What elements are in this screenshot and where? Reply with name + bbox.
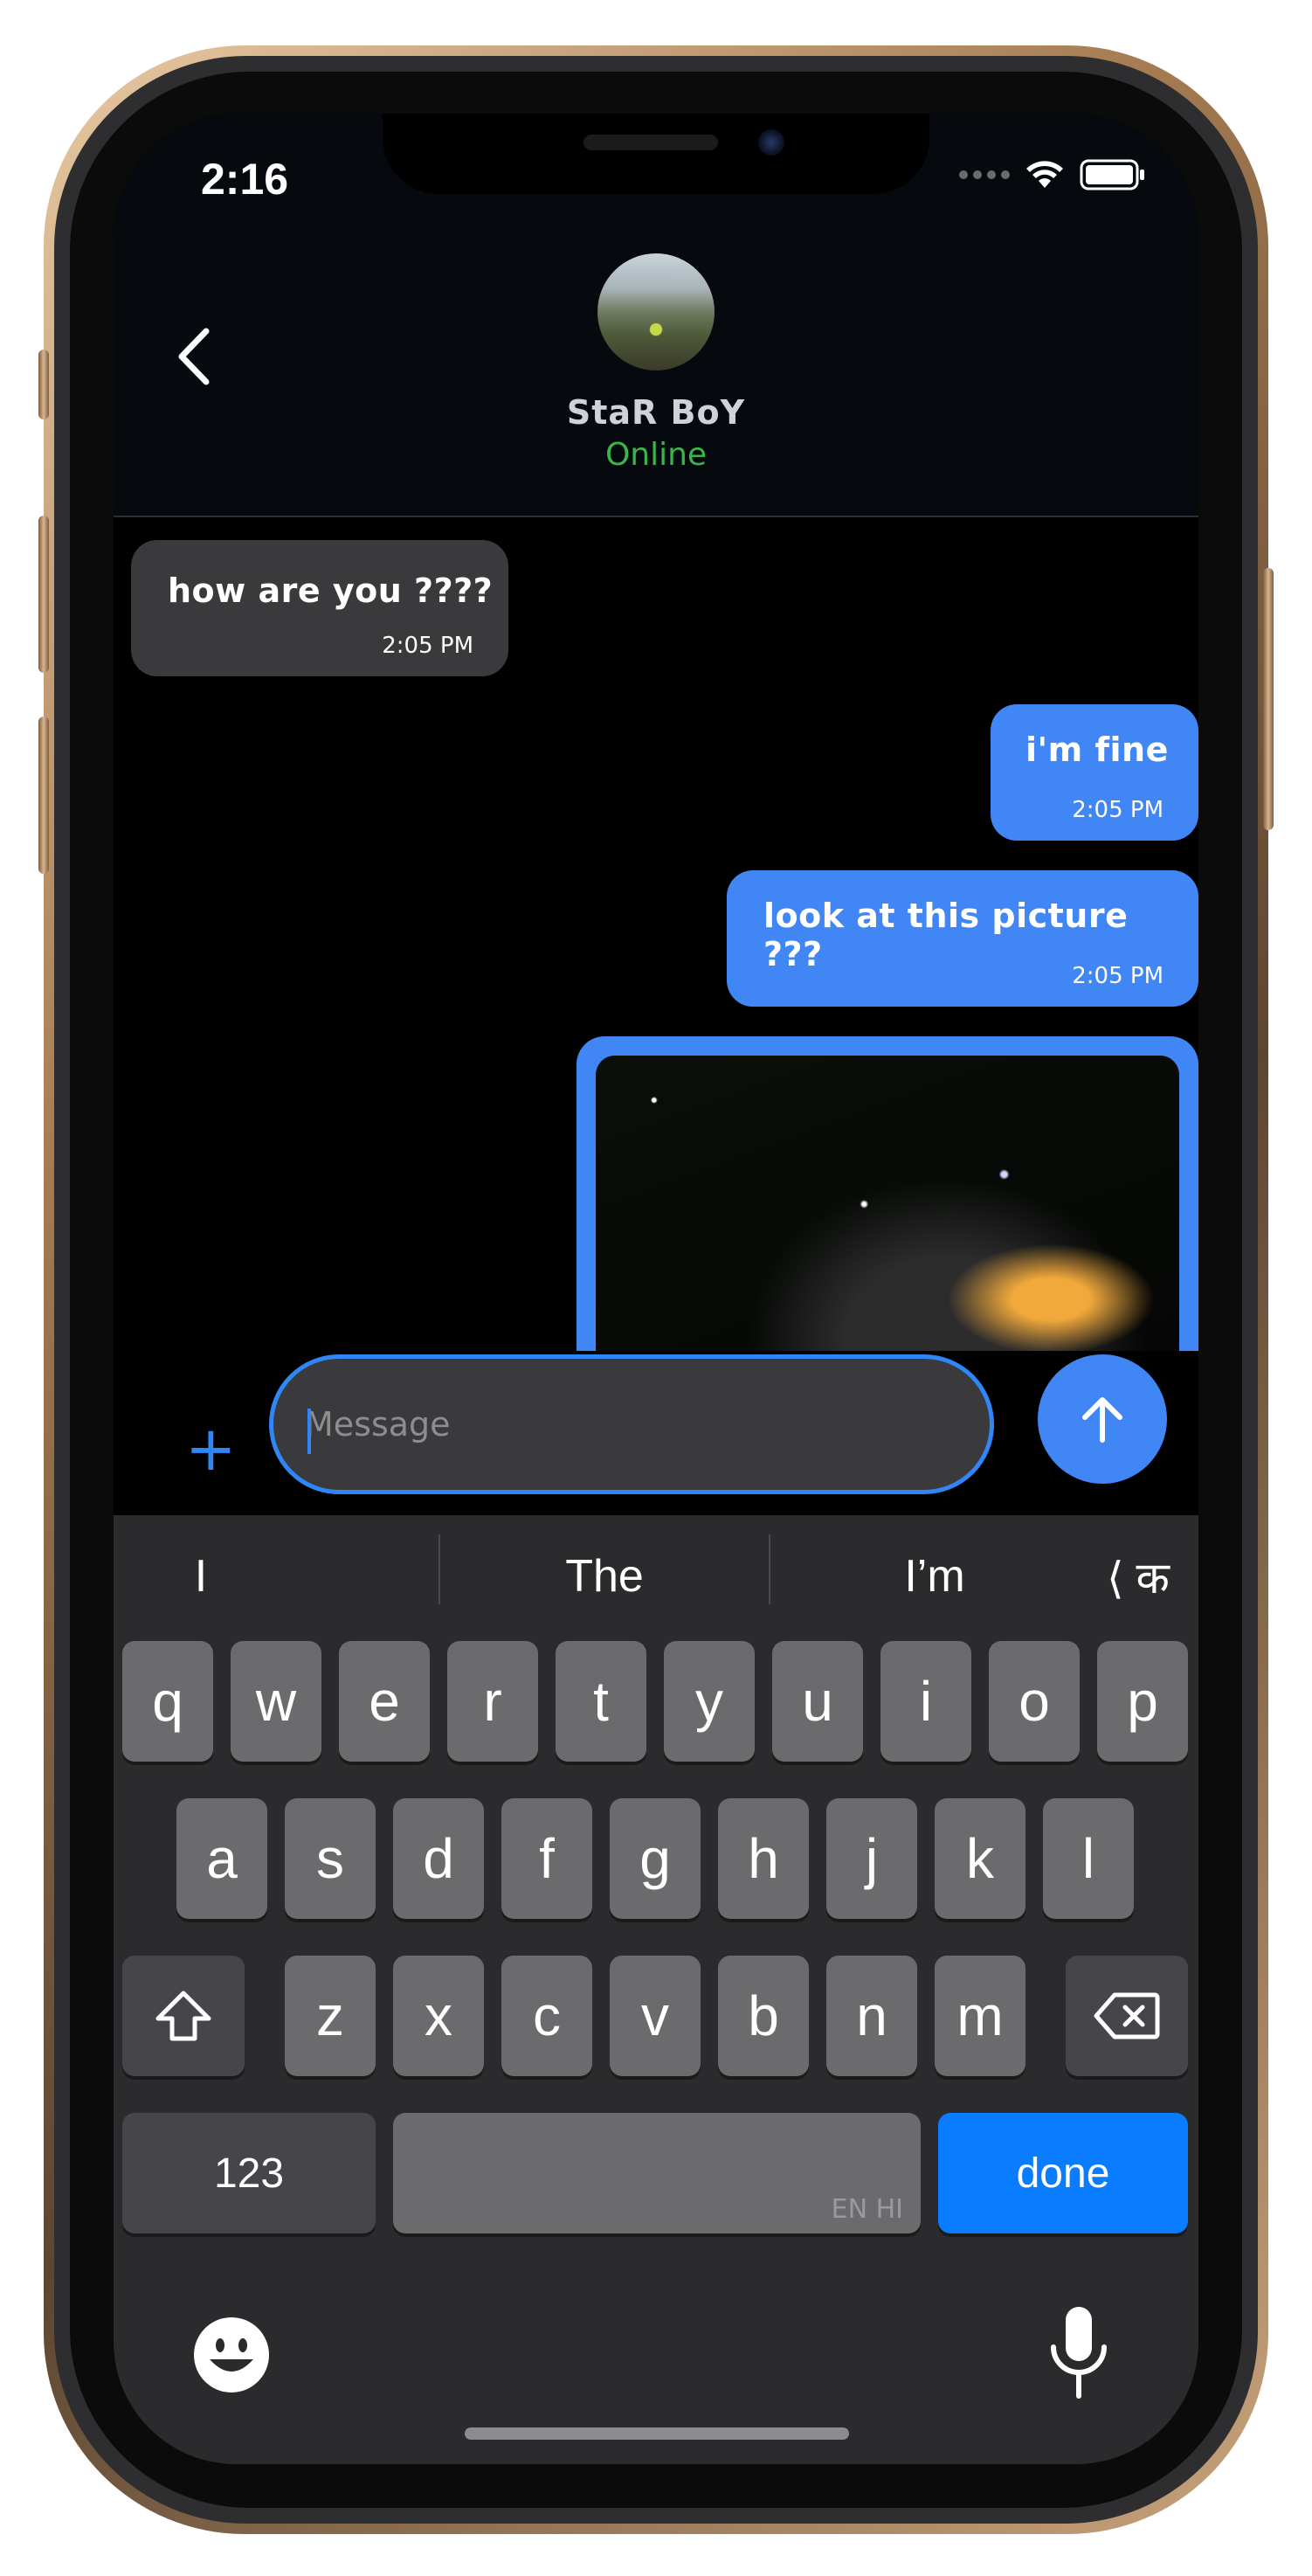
key-l[interactable]: l (1043, 1798, 1134, 1919)
key-u[interactable]: u (772, 1641, 863, 1762)
key-f[interactable]: f (501, 1798, 592, 1919)
key-t[interactable]: t (556, 1641, 646, 1762)
phone-screen: 2:16 StaR BoY Online how are you ???? 2:… (114, 114, 1198, 2464)
key-x[interactable]: x (393, 1956, 484, 2076)
power-button (1263, 568, 1274, 830)
key-o[interactable]: o (989, 1641, 1080, 1762)
space-bar[interactable]: EN HI (393, 2113, 921, 2233)
key-b[interactable]: b (718, 1956, 809, 2076)
mute-switch (38, 350, 49, 419)
text-caret (307, 1409, 311, 1454)
key-i[interactable]: i (880, 1641, 971, 1762)
home-indicator[interactable] (465, 2427, 849, 2440)
emoji-icon (194, 2317, 269, 2392)
chevron-left-icon (178, 328, 210, 385)
key-m[interactable]: m (935, 1956, 1025, 2076)
key-j[interactable]: j (826, 1798, 917, 1919)
key-y[interactable]: y (664, 1641, 755, 1762)
message-timestamp: 2:05 PM (1072, 797, 1164, 823)
key-c[interactable]: c (501, 1956, 592, 2076)
backspace-icon (1094, 1992, 1160, 2039)
message-timestamp: 2:05 PM (382, 633, 473, 659)
message-text: i'm fine (1025, 731, 1169, 769)
wifi-icon (1026, 161, 1063, 188)
outgoing-message-bubble[interactable]: i'm fine 2:05 PM (991, 704, 1198, 841)
message-input[interactable] (305, 1359, 969, 1490)
message-input-container[interactable] (269, 1354, 994, 1494)
key-p[interactable]: p (1097, 1641, 1188, 1762)
contact-name[interactable]: StaR BoY (114, 393, 1198, 432)
volume-up-button (38, 516, 49, 673)
incoming-message-bubble[interactable]: how are you ???? 2:05 PM (131, 540, 508, 676)
backspace-key[interactable] (1066, 1956, 1188, 2076)
key-s[interactable]: s (285, 1798, 376, 1919)
arrow-up-icon (1082, 1397, 1122, 1443)
image-message-photo[interactable] (596, 1056, 1179, 1353)
suggestion-1[interactable]: I (114, 1515, 288, 1638)
key-d[interactable]: d (393, 1798, 484, 1919)
send-button[interactable] (1038, 1354, 1167, 1484)
key-k[interactable]: k (935, 1798, 1025, 1919)
suggestion-3[interactable]: I’m (770, 1515, 1099, 1638)
microphone-icon (1051, 2307, 1107, 2399)
notch (383, 114, 929, 194)
battery-icon (1080, 159, 1144, 190)
language-switch-button[interactable]: ⟨ क (1081, 1515, 1195, 1638)
message-timestamp: 2:05 PM (1072, 963, 1164, 989)
numbers-key[interactable]: 123 (122, 2113, 376, 2233)
key-q[interactable]: q (122, 1641, 213, 1762)
status-time: 2:16 (201, 155, 289, 204)
suggestion-2[interactable]: The (440, 1515, 769, 1638)
key-w[interactable]: w (231, 1641, 321, 1762)
key-e[interactable]: e (339, 1641, 430, 1762)
cellular-signal-icon (959, 170, 1010, 179)
shift-key[interactable] (122, 1956, 245, 2076)
shift-arrow-icon (155, 1991, 211, 2041)
emoji-button[interactable] (192, 2316, 271, 2394)
space-language-label: EN HI (831, 2194, 903, 2225)
key-h[interactable]: h (718, 1798, 809, 1919)
key-n[interactable]: n (826, 1956, 917, 2076)
done-key[interactable]: done (938, 2113, 1188, 2233)
key-v[interactable]: v (610, 1956, 701, 2076)
contact-avatar[interactable] (597, 253, 715, 370)
volume-down-button (38, 717, 49, 874)
earpiece-speaker (583, 135, 718, 150)
contact-status: Online (604, 437, 708, 473)
front-camera (758, 129, 784, 156)
key-z[interactable]: z (285, 1956, 376, 2076)
status-indicators (959, 159, 1146, 190)
message-text: how are you ???? (168, 571, 494, 610)
key-a[interactable]: a (176, 1798, 267, 1919)
key-g[interactable]: g (610, 1798, 701, 1919)
attach-plus-button[interactable]: + (185, 1418, 237, 1479)
back-button[interactable] (168, 322, 220, 391)
outgoing-message-bubble[interactable]: look at this picture ??? 2:05 PM (727, 870, 1198, 1007)
dictation-button[interactable] (1048, 2305, 1109, 2401)
key-r[interactable]: r (447, 1641, 538, 1762)
message-text: look at this picture ??? (763, 897, 1129, 973)
